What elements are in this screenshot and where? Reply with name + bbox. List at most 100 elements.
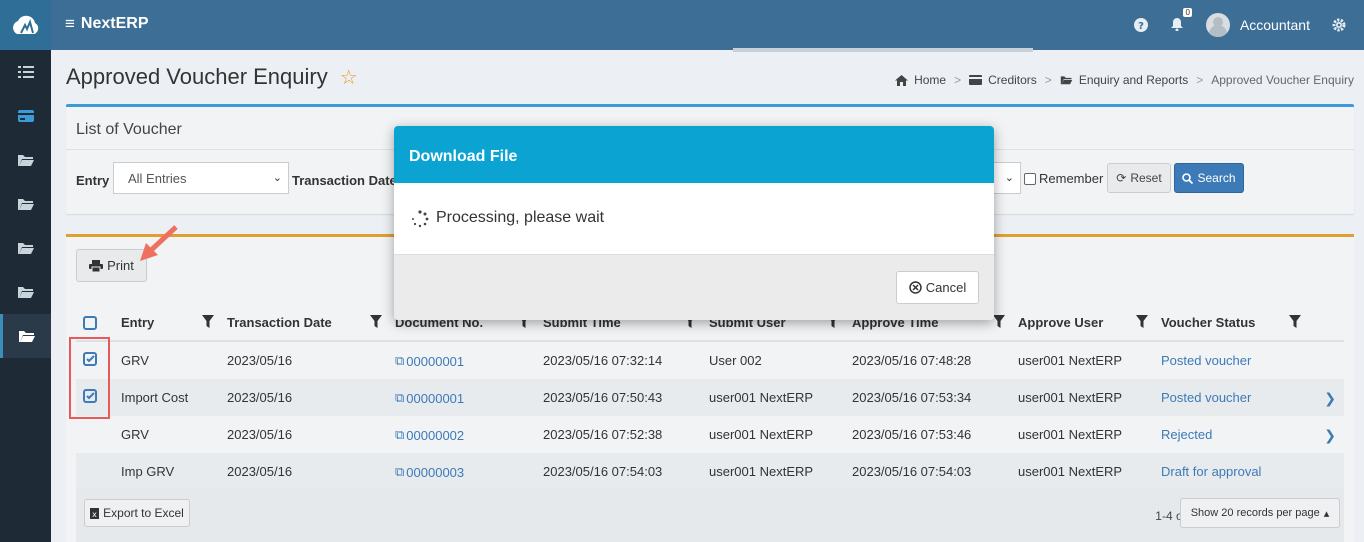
sidebar-folder-icon[interactable] <box>0 182 51 226</box>
voucher-status-link[interactable]: Posted voucher <box>1161 390 1251 405</box>
filter-icon[interactable] <box>1136 315 1148 328</box>
cell-date: 2023/05/16 <box>227 427 293 442</box>
breadcrumb-enquiry[interactable]: Enquiry and Reports <box>1079 73 1188 87</box>
chevron-right-icon[interactable]: ❯ <box>1324 390 1336 407</box>
column-header-entry[interactable]: Entry <box>121 315 154 330</box>
table-row[interactable]: Imp GRV 2023/05/16 ⧉ 00000003 2023/05/16 … <box>76 453 1344 490</box>
records-per-page-label: Show 20 records per page <box>1190 507 1320 519</box>
brand[interactable]: ≡ NextERP <box>65 14 149 34</box>
document-link[interactable]: ⧉ 00000002 <box>395 427 464 443</box>
breadcrumb-separator: > <box>1196 73 1204 87</box>
cell-approve-user: user001 NextERP <box>1018 353 1123 368</box>
cloud-logo-icon <box>12 15 38 34</box>
app-logo[interactable] <box>0 0 51 50</box>
table-row[interactable]: GRV 2023/05/16 ⧉ 00000001 2023/05/16 07:3… <box>76 342 1344 379</box>
chevron-right-icon[interactable]: ❯ <box>1324 427 1336 444</box>
search-button[interactable]: Search <box>1174 163 1244 193</box>
voucher-status-link[interactable]: Draft for approval <box>1161 464 1261 479</box>
annotation-highlight-box <box>69 337 110 419</box>
chevron-down-icon: ⌄ <box>1004 172 1014 184</box>
entry-select[interactable]: All Entries ⌄ <box>113 162 289 194</box>
external-link-icon: ⧉ <box>395 353 405 368</box>
svg-text:?: ? <box>1138 21 1144 32</box>
cell-approve-time: 2023/05/16 07:53:46 <box>852 427 972 442</box>
remember-checkbox-box[interactable] <box>1024 172 1036 185</box>
filter-icon[interactable] <box>202 315 214 328</box>
sidebar-folder-icon[interactable] <box>0 138 51 182</box>
cell-approve-time: 2023/05/16 07:54:03 <box>852 464 972 479</box>
document-link[interactable]: ⧉ 00000001 <box>395 390 464 406</box>
user-menu[interactable]: Accountant <box>1205 13 1310 37</box>
sidebar-folder-icon[interactable] <box>0 226 51 270</box>
column-header-transaction-date[interactable]: Transaction Date <box>227 315 332 330</box>
download-file-modal: Download File Processing, please wait Ca… <box>394 126 994 320</box>
hamburger-icon[interactable]: ≡ <box>65 14 75 34</box>
cell-approve-user: user001 NextERP <box>1018 390 1123 405</box>
document-number: 00000003 <box>406 464 465 480</box>
breadcrumb-separator: > <box>1044 73 1052 87</box>
page-title-text: Approved Voucher Enquiry <box>66 64 328 89</box>
breadcrumb: Home > Creditors > Enquiry and Reports >… <box>895 73 1354 87</box>
filter-icon[interactable] <box>370 315 382 328</box>
breadcrumb-creditors[interactable]: Creditors <box>988 73 1037 87</box>
modal-footer: Cancel <box>394 254 994 320</box>
top-search-strip <box>733 48 1033 52</box>
sidebar-folder-icon-active[interactable] <box>0 314 51 358</box>
document-number: 00000001 <box>406 390 465 406</box>
transaction-date-label: Transaction Date <box>292 173 397 188</box>
folder-open-icon <box>1060 76 1073 85</box>
cell-submit-time: 2023/05/16 07:54:03 <box>543 464 663 479</box>
bell-icon <box>1170 17 1183 31</box>
notifications[interactable]: 0 <box>1170 7 1192 34</box>
page-title: Approved Voucher Enquiry ☆ <box>66 64 358 90</box>
reset-label: Reset <box>1130 171 1162 185</box>
cell-approve-user: user001 NextERP <box>1018 464 1123 479</box>
voucher-status-link[interactable]: Posted voucher <box>1161 353 1251 368</box>
sidebar-list-icon[interactable] <box>0 50 51 94</box>
remember-checkbox[interactable]: Remember <box>1024 171 1103 186</box>
document-number: 00000002 <box>406 427 465 443</box>
cell-entry: Import Cost <box>121 390 189 405</box>
creditors-card-icon <box>969 75 983 85</box>
table-row[interactable]: GRV 2023/05/16 ⧉ 00000002 2023/05/16 07:5… <box>76 416 1344 453</box>
excel-file-icon: x <box>90 507 100 519</box>
favorite-star-icon[interactable]: ☆ <box>340 65 358 90</box>
sidebar <box>0 0 51 542</box>
voucher-status-link[interactable]: Rejected <box>1161 427 1212 442</box>
cell-approve-user: user001 NextERP <box>1018 427 1123 442</box>
column-header-approve-user[interactable]: Approve User <box>1018 315 1103 330</box>
printer-icon <box>89 259 104 272</box>
sidebar-card-icon[interactable] <box>0 94 51 138</box>
breadcrumb-home[interactable]: Home <box>914 73 946 87</box>
document-link[interactable]: ⧉ 00000001 <box>395 353 464 369</box>
top-navbar: ≡ NextERP ? 0 Accountant <box>51 0 1364 50</box>
svg-text:x: x <box>92 510 97 519</box>
brand-name: NextERP <box>80 15 149 32</box>
reset-button[interactable]: ⟳ Reset <box>1107 163 1171 193</box>
cell-submit-user: user001 NextERP <box>709 427 814 442</box>
filter-icon[interactable] <box>993 315 1005 328</box>
export-excel-button[interactable]: x Export to Excel <box>84 499 190 527</box>
entry-select-value: All Entries <box>128 171 187 186</box>
cell-submit-time: 2023/05/16 07:50:43 <box>543 390 663 405</box>
search-icon <box>1182 172 1194 184</box>
cell-approve-time: 2023/05/16 07:53:34 <box>852 390 972 405</box>
gear-icon[interactable] <box>1332 18 1346 32</box>
external-link-icon: ⧉ <box>395 427 405 442</box>
close-circle-icon <box>909 281 922 294</box>
modal-body: Processing, please wait <box>394 183 994 254</box>
filter-icon[interactable] <box>1289 315 1301 328</box>
export-excel-label: Export to Excel <box>103 506 184 520</box>
cell-entry: Imp GRV <box>121 464 175 479</box>
sidebar-folder-icon[interactable] <box>0 270 51 314</box>
cancel-label: Cancel <box>925 280 967 295</box>
help-icon[interactable]: ? <box>1133 18 1148 32</box>
table-row[interactable]: Import Cost 2023/05/16 ⧉ 00000001 2023/05… <box>76 379 1344 416</box>
filter-panel-title: List of Voucher <box>76 121 182 138</box>
column-header-voucher-status[interactable]: Voucher Status <box>1161 315 1255 330</box>
records-per-page-dropdown[interactable]: Show 20 records per page ▴ <box>1180 498 1340 528</box>
cancel-button[interactable]: Cancel <box>896 271 979 304</box>
cell-entry: GRV <box>121 353 149 368</box>
select-all-checkbox[interactable] <box>83 316 97 330</box>
document-link[interactable]: ⧉ 00000003 <box>395 464 464 480</box>
